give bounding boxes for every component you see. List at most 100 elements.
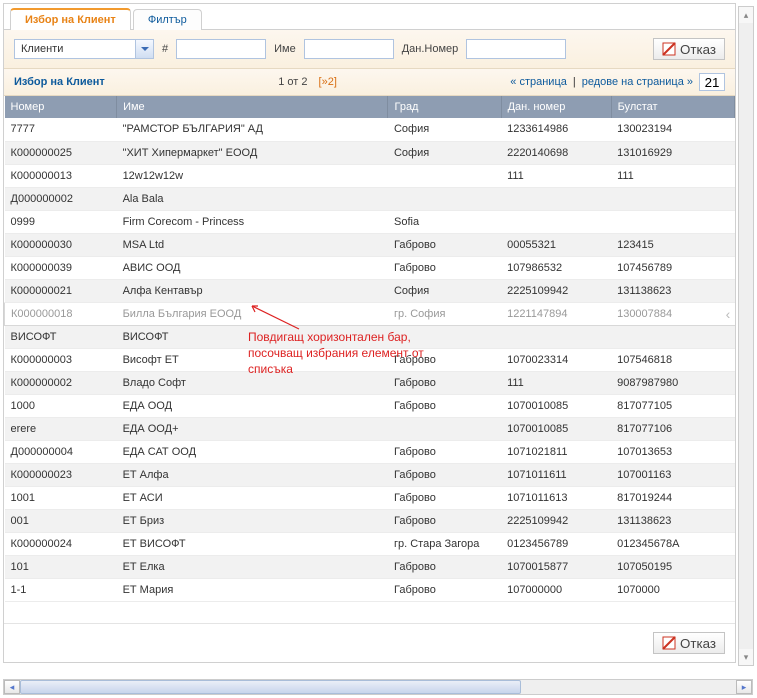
table-row[interactable]: 1001ЕТ АСИГаброво1071011613817019244 [5,486,735,509]
table-row[interactable]: К000000018Билла България ЕООДгр. София12… [5,302,735,325]
next-page-link[interactable]: [»2] [319,76,337,88]
table-row[interactable]: Д000000004ЕДА САТ ООДГаброво107102181110… [5,440,735,463]
cell-dan: 111 [501,164,611,187]
cell-bulstat: 817077106 [611,417,734,440]
clients-dropdown[interactable]: Клиенти [14,39,154,59]
cell-dan [501,325,611,348]
cell-nomer: Д000000004 [5,440,117,463]
cell-bulstat: 107050195 [611,555,734,578]
col-header-grad[interactable]: Град [388,96,501,118]
table-row[interactable]: К000000003Висофт ЕТГаброво10700233141075… [5,348,735,371]
cell-bulstat [611,210,734,233]
cell-ime: ЕТ Бриз [117,509,388,532]
dan-input[interactable] [466,39,566,59]
table-row[interactable]: К000000023ЕТ АлфаГаброво1071011611107001… [5,463,735,486]
number-input[interactable] [176,39,266,59]
table-row[interactable]: К000000030MSA LtdГаброво00055321123415 [5,233,735,256]
cell-dan: 111 [501,371,611,394]
cell-grad: гр. София [388,302,501,325]
tab-filter[interactable]: Филтър [133,9,202,30]
horizontal-scrollbar[interactable]: ◂ ▸ [3,679,753,695]
cell-nomer: ВИСОФТ [5,325,117,348]
table-row[interactable]: 101ЕТ ЕлкаГаброво1070015877107050195 [5,555,735,578]
cell-bulstat: 130007884 [611,302,734,325]
scroll-right-icon[interactable]: ▸ [736,680,752,694]
col-header-nomer[interactable]: Номер [5,96,117,118]
cell-ime: "ХИТ Хипермаркет" ЕООД [117,141,388,164]
cell-bulstat: 1070000 [611,578,734,601]
cell-grad: Габрово [388,348,501,371]
table-row[interactable]: К000000002Владо СофтГаброво1119087987980 [5,371,735,394]
table-row[interactable]: К00000001312w12w12w111111 [5,164,735,187]
cell-nomer: 1000 [5,394,117,417]
cancel-button-label: Отказ [680,42,716,57]
tab-select-client[interactable]: Избор на Клиент [10,8,131,30]
table-row[interactable]: 001ЕТ БризГаброво2225109942131138623 [5,509,735,532]
scroll-left-icon[interactable]: ◂ [4,680,20,694]
cell-grad [388,164,501,187]
cell-nomer: К000000003 [5,348,117,371]
dropdown-arrow-icon[interactable] [135,40,153,58]
cell-bulstat: 131138623 [611,279,734,302]
scroll-up-icon[interactable]: ▴ [739,7,753,23]
cell-ime: MSA Ltd [117,233,388,256]
rows-per-page-input[interactable] [699,73,725,91]
cell-dan: 1070010085 [501,417,611,440]
cell-grad: Габрово [388,440,501,463]
scroll-thumb[interactable] [20,680,521,694]
cell-bulstat: 012345678A [611,532,734,555]
prev-page-link[interactable]: « страница [510,76,567,88]
cell-ime: АВИС ООД [117,256,388,279]
cell-ime: ЕДА САТ ООД [117,440,388,463]
dialog-panel: Избор на Клиент Филтър Клиенти # Име Дан… [3,3,736,663]
scroll-track[interactable] [20,680,736,694]
table-row[interactable]: Д000000002Ala Bala [5,187,735,210]
cell-grad: Габрово [388,394,501,417]
cell-dan: 1233614986 [501,118,611,141]
cancel-button-top[interactable]: Отказ [653,38,725,60]
scroll-down-icon[interactable]: ▾ [739,649,753,665]
cell-ime: Firm Corecom - Princess [117,210,388,233]
cancel-button-bottom[interactable]: Отказ [653,632,725,654]
col-header-dan[interactable]: Дан. номер [501,96,611,118]
cell-dan: 1070010085 [501,394,611,417]
table-row[interactable]: К000000039АВИС ООДГаброво107986532107456… [5,256,735,279]
cell-bulstat: 130023194 [611,118,734,141]
cell-grad [388,325,501,348]
cell-grad: Габрово [388,509,501,532]
table-row[interactable]: ВИСОФТВИСОФТ [5,325,735,348]
cancel-icon [662,42,676,56]
cell-dan: 2225109942 [501,279,611,302]
cell-dan: 1071021811 [501,440,611,463]
cell-dan: 107986532 [501,256,611,279]
col-header-bulstat[interactable]: Булстат [611,96,734,118]
table-row[interactable]: 1-1ЕТ МарияГаброво1070000001070000 [5,578,735,601]
table-wrap: Номер Име Град Дан. номер Булстат 7777"Р… [4,96,735,602]
name-input[interactable] [304,39,394,59]
table-row[interactable]: erereЕДА ООД+1070010085817077106 [5,417,735,440]
cell-dan: 1070015877 [501,555,611,578]
table-row[interactable]: 1000ЕДА ООДГаброво1070010085817077105 [5,394,735,417]
table-row[interactable]: 0999Firm Corecom - PrincessSofia [5,210,735,233]
table-row[interactable]: К000000021Алфа КентавърСофия222510994213… [5,279,735,302]
cell-ime: ЕТ Елка [117,555,388,578]
cell-bulstat [611,187,734,210]
tabs-bar: Избор на Клиент Филтър [4,4,735,30]
cell-grad: Габрово [388,371,501,394]
rows-per-page-link[interactable]: редове на страница » [582,76,693,88]
cell-grad: Габрово [388,256,501,279]
cell-ime: Билла България ЕООД [117,302,388,325]
cell-bulstat: 111 [611,164,734,187]
cell-nomer: К000000025 [5,141,117,164]
col-header-ime[interactable]: Име [117,96,388,118]
clients-table: Номер Име Град Дан. номер Булстат 7777"Р… [4,96,735,602]
vertical-scrollbar[interactable]: ▴ ▾ [738,6,754,666]
cell-ime: 12w12w12w [117,164,388,187]
table-row[interactable]: К000000025"ХИТ Хипермаркет" ЕООДСофия222… [5,141,735,164]
table-row[interactable]: 7777"РАМСТОР БЪЛГАРИЯ" АДСофия1233614986… [5,118,735,141]
cell-nomer: 7777 [5,118,117,141]
table-row[interactable]: К000000024ЕТ ВИСОФТгр. Стара Загора01234… [5,532,735,555]
cell-ime: ВИСОФТ [117,325,388,348]
chevron-left-icon[interactable]: ‹ [723,302,733,325]
cell-ime: ЕДА ООД [117,394,388,417]
